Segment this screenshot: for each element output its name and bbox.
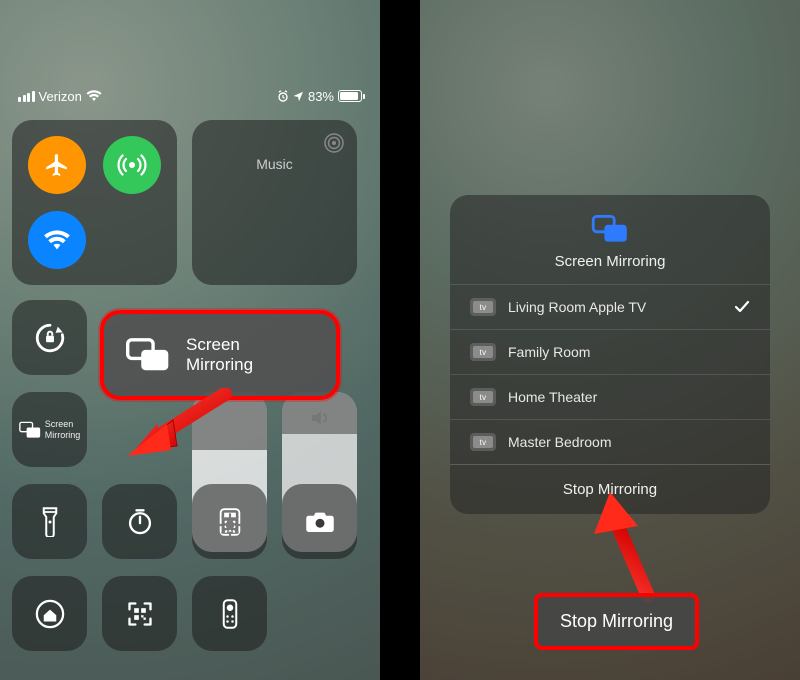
airplane-mode-toggle[interactable] (28, 136, 86, 194)
carrier-label: Verizon (39, 89, 82, 104)
screen-mirroring-panel: Screen Mirroring tvLiving Room Apple TVt… (450, 195, 770, 514)
battery-icon (338, 90, 362, 102)
flashlight-button[interactable] (12, 484, 87, 559)
panel-title: Screen Mirroring (555, 253, 666, 270)
check-icon (734, 300, 750, 314)
screen-mirroring-button[interactable]: Screen Mirroring (12, 392, 87, 467)
svg-text:tv: tv (480, 348, 487, 357)
phone-left: Verizon 83% (0, 0, 380, 680)
alarm-icon (277, 90, 289, 102)
stop-label: Stop Mirroring (563, 481, 657, 498)
mirror-icon (591, 215, 629, 243)
device-row[interactable]: tv Master Bedroom (450, 419, 770, 464)
connectivity-tile[interactable] (12, 120, 177, 285)
flashlight-icon (39, 507, 61, 537)
stop-mirroring-button[interactable]: Stop Mirroring (450, 464, 770, 514)
wifi-icon (86, 90, 102, 102)
airplay-audio-icon[interactable] (323, 132, 345, 154)
cellular-icon (117, 150, 147, 180)
music-label: Music (256, 156, 293, 172)
apple-tv-remote-button[interactable] (192, 576, 267, 651)
device-name: Master Bedroom (508, 434, 611, 450)
device-name: Home Theater (508, 389, 597, 405)
home-icon (35, 599, 65, 629)
appletv-badge-icon: tv (470, 298, 496, 316)
appletv-badge-icon: tv (470, 388, 496, 406)
wifi-icon (43, 229, 71, 251)
stop-mirroring-callout[interactable]: Stop Mirroring (534, 593, 699, 650)
phone-right: Screen Mirroring tvLiving Room Apple TVt… (420, 0, 800, 680)
device-row[interactable]: tv Living Room Apple TV (450, 284, 770, 329)
device-name: Living Room Apple TV (508, 299, 646, 315)
timer-icon (126, 508, 154, 536)
appletv-badge-icon: tv (470, 343, 496, 361)
wifi-toggle[interactable] (28, 211, 86, 269)
sun-icon (217, 512, 243, 538)
home-button[interactable] (12, 576, 87, 651)
rotation-lock-icon (33, 321, 67, 355)
battery-pct: 83% (308, 89, 334, 104)
location-icon (293, 91, 304, 102)
appletv-badge-icon: tv (470, 433, 496, 451)
signal-icon (18, 91, 35, 102)
mirror-icon (126, 338, 170, 372)
device-row[interactable]: tv Family Room (450, 329, 770, 374)
mirror-callout-label: Screen Mirroring (186, 335, 253, 376)
qr-icon (126, 600, 154, 628)
mirror-icon (19, 421, 41, 439)
device-list: tv Living Room Apple TV tv Family Room tv Hom… (450, 284, 770, 464)
svg-text:tv: tv (480, 438, 487, 447)
timer-button[interactable] (102, 484, 177, 559)
camera-icon (305, 510, 335, 534)
screen-mirroring-callout[interactable]: Screen Mirroring (100, 310, 340, 400)
stop-callout-label: Stop Mirroring (560, 611, 673, 631)
rotation-lock-toggle[interactable] (12, 300, 87, 375)
airplane-icon (44, 152, 70, 178)
remote-icon (222, 599, 238, 629)
camera-button[interactable] (282, 484, 357, 559)
cellular-toggle[interactable] (103, 136, 161, 194)
mirror-small-label: Screen Mirroring (45, 419, 81, 440)
device-name: Family Room (508, 344, 590, 360)
qr-scan-button[interactable] (102, 576, 177, 651)
device-row[interactable]: tv Home Theater (450, 374, 770, 419)
speaker-icon (308, 406, 332, 430)
music-tile[interactable]: Music (192, 120, 357, 285)
status-bar: Verizon 83% (0, 86, 380, 106)
svg-text:tv: tv (480, 393, 487, 402)
svg-text:tv: tv (480, 303, 487, 312)
